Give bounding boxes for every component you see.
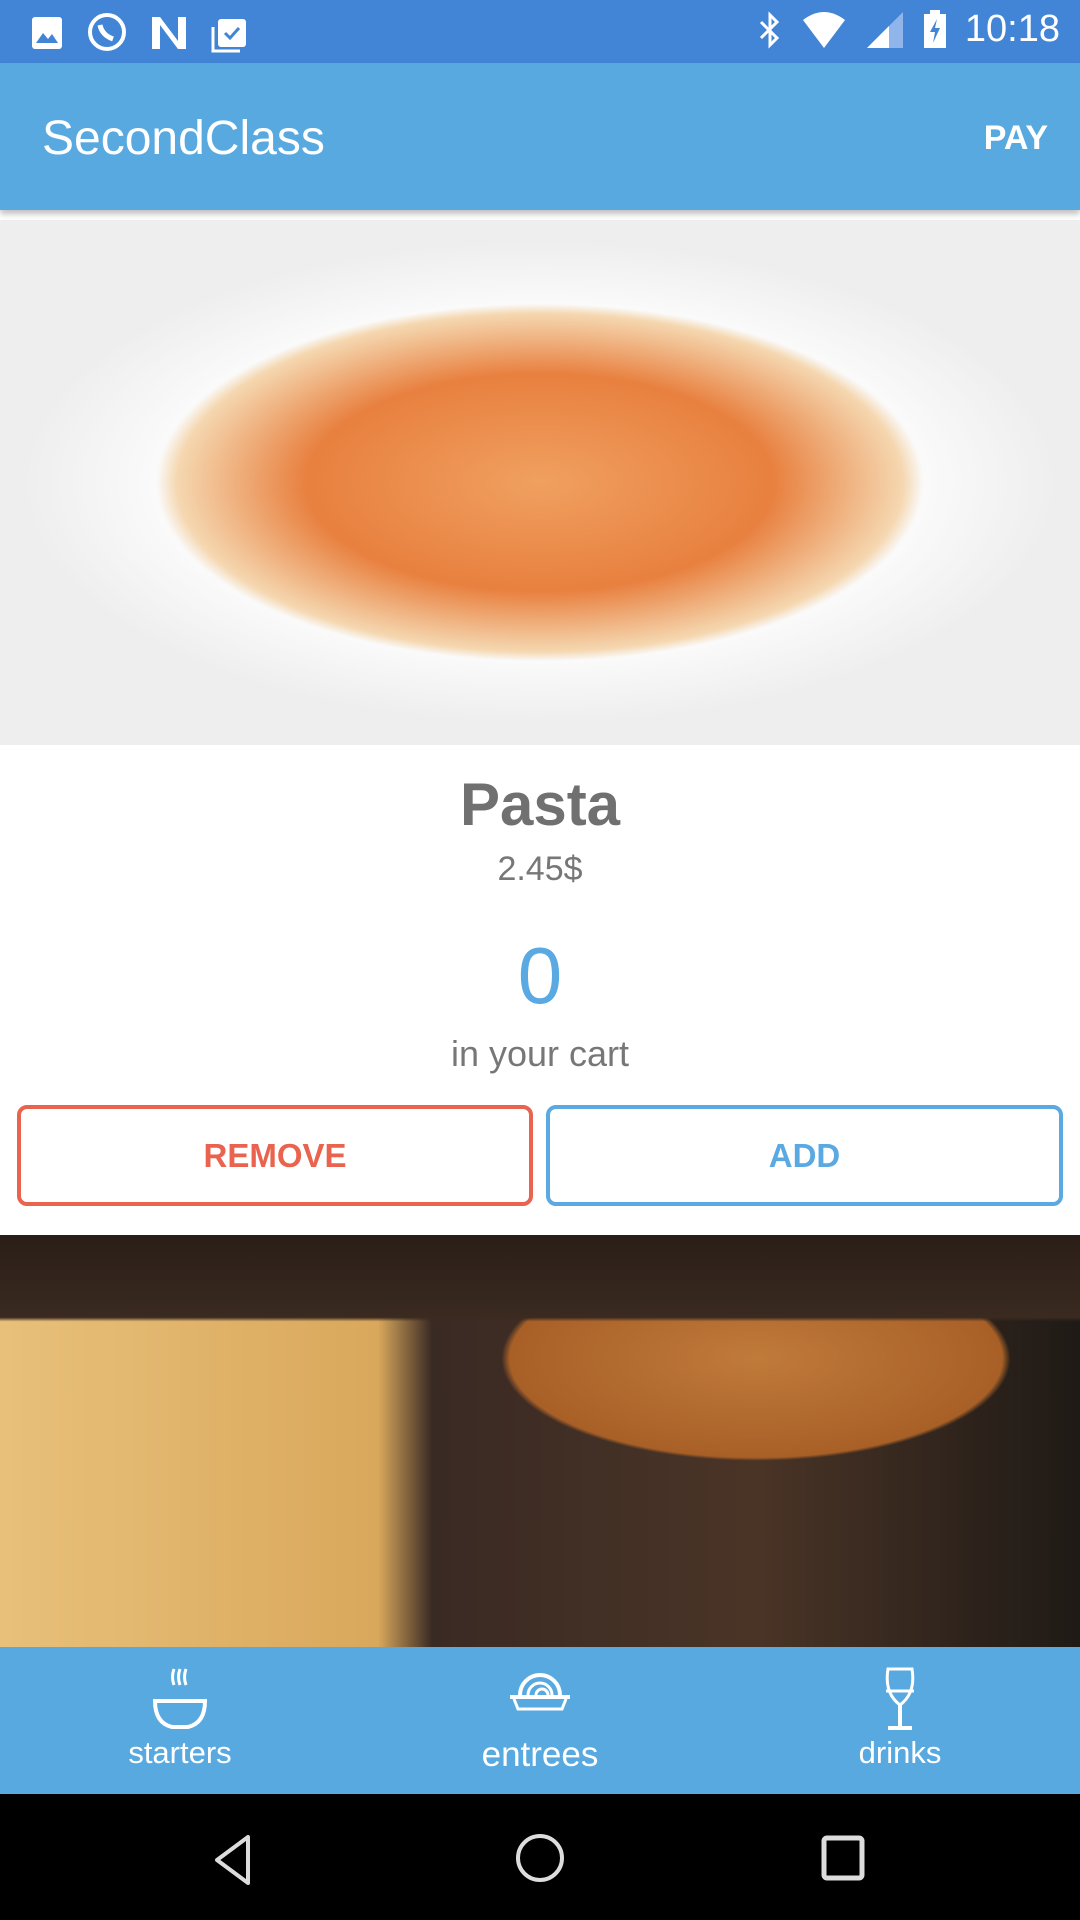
battery-charging-icon: [923, 9, 946, 48]
remove-button[interactable]: REMOVE: [17, 1105, 533, 1206]
cart-count: 0: [517, 931, 563, 1020]
home-icon[interactable]: [514, 1832, 566, 1884]
pasta-dish-icon: [510, 1673, 570, 1711]
tab-label: entrees: [481, 1735, 599, 1774]
clipboard-check-icon: [211, 19, 246, 53]
signal-icon: [866, 11, 903, 48]
status-bar: 10:18: [0, 0, 1080, 63]
gallery-icon: [32, 17, 62, 49]
burger-image[interactable]: [0, 1235, 1080, 1647]
n-icon: [152, 17, 186, 49]
tab-label: drinks: [858, 1735, 942, 1770]
wifi-icon: [802, 11, 845, 48]
recents-icon[interactable]: [820, 1834, 868, 1882]
item-price: 2.45$: [497, 850, 583, 888]
soup-bowl-icon: [152, 1668, 208, 1729]
clock: 10:18: [964, 8, 1060, 50]
pay-button[interactable]: PAY: [984, 119, 1048, 158]
whatsapp-icon: [88, 13, 126, 51]
back-icon[interactable]: [212, 1834, 262, 1886]
tab-entrees[interactable]: entrees: [360, 1647, 720, 1794]
item-name: Pasta: [459, 771, 621, 838]
tab-drinks[interactable]: drinks: [720, 1647, 1080, 1794]
bluetooth-icon: [759, 10, 780, 49]
pasta-image: [0, 220, 1080, 745]
app-bar: SecondClass PAY: [0, 63, 1080, 210]
tab-label: starters: [128, 1735, 232, 1770]
system-nav-bar: [0, 1794, 1080, 1920]
cart-label: in your cart: [450, 1033, 630, 1074]
app-title: SecondClass: [42, 112, 325, 165]
tab-starters[interactable]: starters: [0, 1647, 360, 1794]
wine-glass-icon: [885, 1667, 915, 1730]
bottom-nav: starters entrees drinks: [0, 1647, 1080, 1794]
add-button[interactable]: ADD: [546, 1105, 1063, 1206]
